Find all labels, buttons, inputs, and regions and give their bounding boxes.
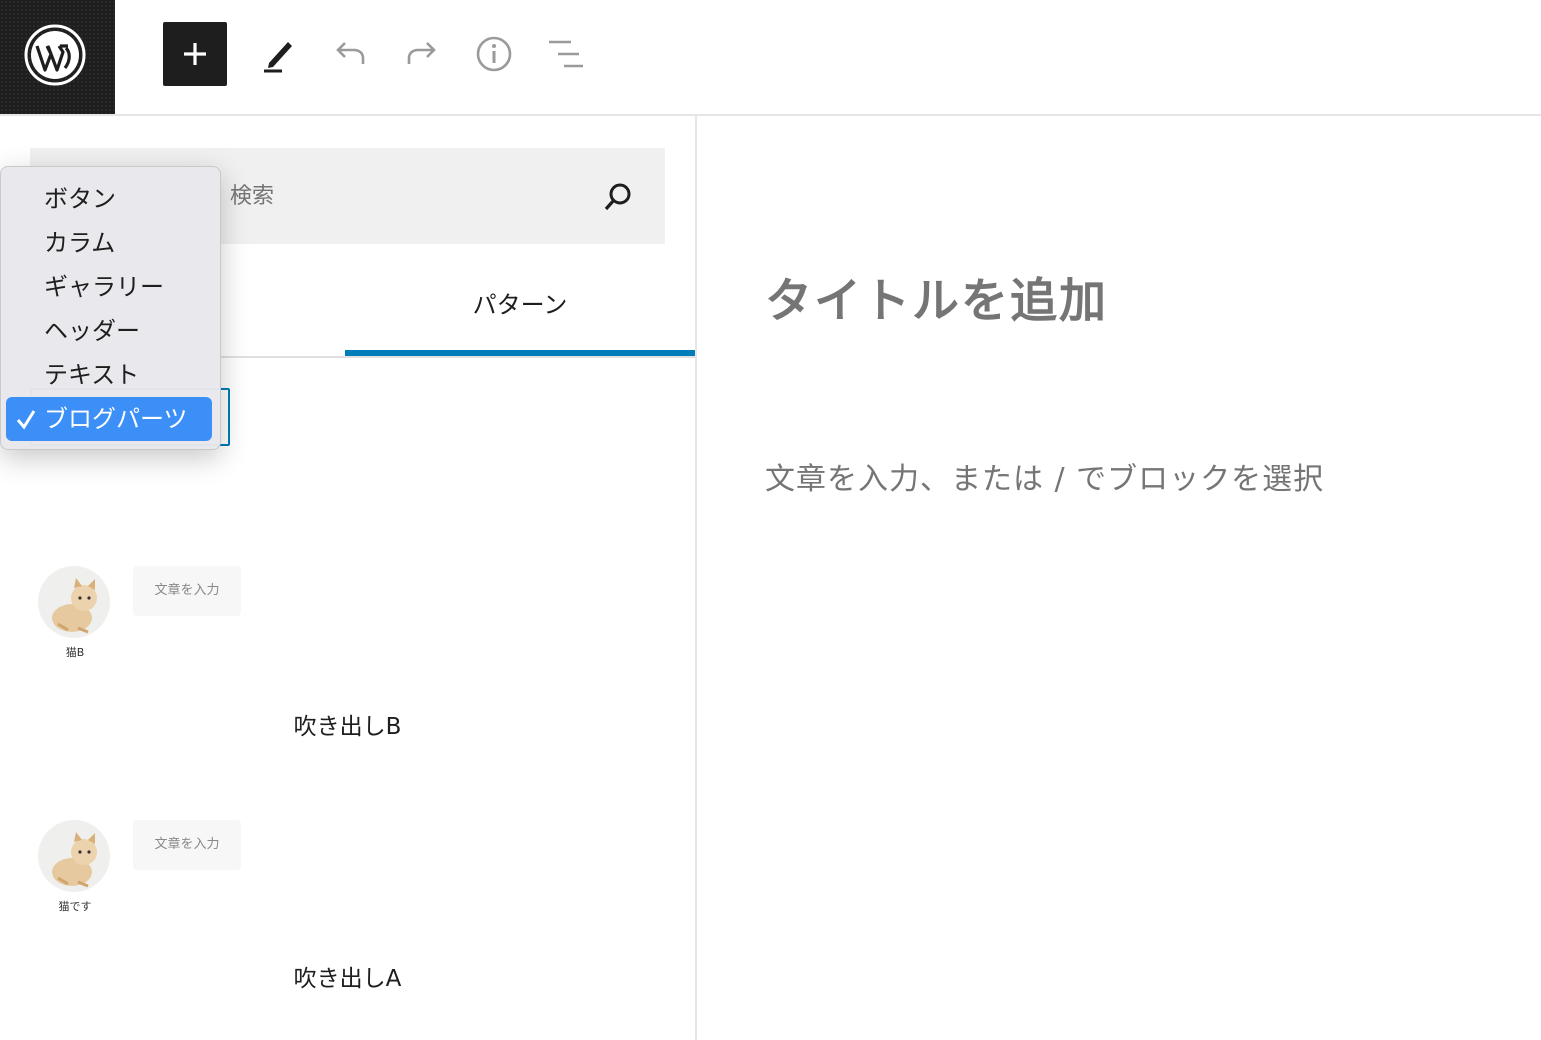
pattern-title: 吹き出しB: [293, 714, 402, 740]
menu-option-blog-parts[interactable]: ブログパーツ: [6, 397, 212, 441]
cat-avatar-image: [38, 566, 110, 638]
undo-icon: [336, 42, 365, 64]
tab-patterns[interactable]: パターン: [345, 291, 695, 356]
redo-icon: [407, 42, 436, 64]
details-button[interactable]: [462, 22, 526, 86]
undo-button[interactable]: [318, 22, 382, 86]
list-view-button[interactable]: [534, 22, 598, 86]
tools-button[interactable]: [246, 22, 310, 86]
add-block-button[interactable]: [163, 22, 227, 86]
pattern-title: 吹き出しA: [293, 966, 402, 992]
speech-bubble: 文章を入力: [133, 820, 241, 870]
speech-bubble: 文章を入力: [133, 566, 241, 616]
plus-icon: [184, 43, 206, 65]
pencil-icon: [264, 42, 292, 73]
pattern-item[interactable]: 猫B 文章を入力 吹き出しB: [0, 564, 695, 764]
cat-icon: [52, 832, 97, 888]
menu-option-columns[interactable]: カラム: [6, 221, 212, 265]
speech-avatar: 猫B: [38, 566, 112, 660]
info-icon: [476, 36, 512, 72]
tab-patterns-label: パターン: [472, 291, 568, 319]
list-view-icon: [549, 40, 583, 68]
menu-option-text[interactable]: テキスト: [6, 353, 212, 397]
menu-option-gallery[interactable]: ギャラリー: [6, 265, 212, 309]
wordpress-logo-icon: [24, 24, 86, 86]
post-title-input[interactable]: タイトルを追加: [765, 262, 1108, 331]
menu-option-label: ギャラリー: [44, 273, 164, 301]
speech-avatar: 猫です: [38, 820, 112, 914]
menu-option-buttons[interactable]: ボタン: [6, 177, 212, 221]
menu-option-label: ヘッダー: [44, 317, 140, 345]
wordpress-logo-button[interactable]: [0, 0, 115, 114]
menu-option-header[interactable]: ヘッダー: [6, 309, 212, 353]
cat-avatar-image: [38, 820, 110, 892]
menu-option-label: ブログパーツ: [44, 405, 188, 433]
menu-option-label: ボタン: [44, 185, 116, 213]
checkmark-icon: [16, 410, 36, 430]
search-icon: [604, 183, 631, 211]
cat-icon: [52, 578, 97, 634]
editor-header-toolbar: [0, 0, 1541, 116]
avatar-name: 猫B: [65, 646, 85, 659]
category-dropdown-menu: ボタン カラム ギャラリー ヘッダー テキスト ブログパーツ: [0, 166, 221, 450]
menu-option-label: カラム: [44, 229, 116, 257]
avatar-name: 猫です: [58, 900, 92, 913]
pattern-item[interactable]: 猫です 文章を入力 吹き出しA: [0, 818, 695, 1018]
default-block-appender[interactable]: 文章を入力、または / でブロックを選択: [765, 454, 1324, 498]
redo-button[interactable]: [390, 22, 454, 86]
menu-option-label: テキスト: [44, 361, 140, 389]
editor-canvas: タイトルを追加 文章を入力、または / でブロックを選択: [697, 116, 1541, 1040]
